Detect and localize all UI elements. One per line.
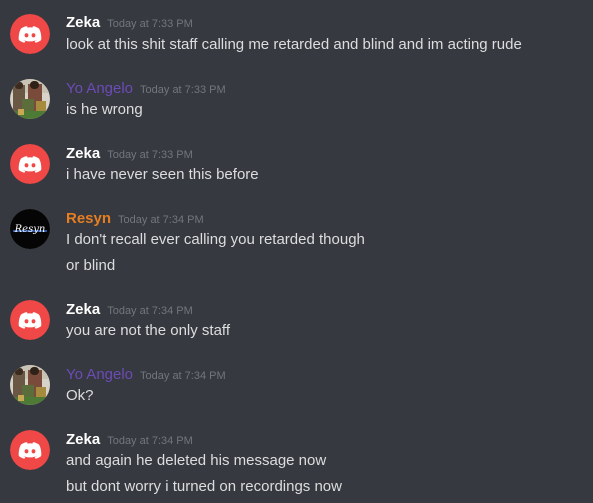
message-text: I don't recall ever calling you retarded… — [66, 231, 365, 248]
message-text: look at this shit staff calling me retar… — [66, 36, 522, 53]
timestamp: Today at 7:34 PM — [107, 305, 193, 317]
message-header: Zeka Today at 7:33 PM — [66, 13, 193, 33]
timestamp: Today at 7:34 PM — [140, 370, 226, 382]
username[interactable]: Zeka — [66, 431, 100, 448]
username[interactable]: Zeka — [66, 145, 100, 162]
message-text: but dont worry i turned on recordings no… — [66, 478, 342, 495]
message-text: you are not the only staff — [66, 322, 230, 339]
message-text: or blind — [66, 257, 116, 274]
avatar[interactable] — [10, 144, 50, 184]
message-text: and again he deleted his message now — [66, 452, 327, 469]
username[interactable]: Zeka — [66, 14, 100, 31]
timestamp: Today at 7:34 PM — [107, 435, 193, 447]
timestamp: Today at 7:33 PM — [107, 149, 193, 161]
timestamp: Today at 7:33 PM — [107, 18, 193, 30]
discord-logo-icon — [10, 14, 50, 54]
message-header: Zeka Today at 7:33 PM — [66, 144, 193, 164]
discord-logo-icon — [10, 430, 50, 470]
message-header: Resyn Today at 7:34 PM — [66, 209, 204, 229]
message-header: Zeka Today at 7:34 PM — [66, 300, 193, 320]
avatar[interactable]: Resyn — [10, 209, 50, 249]
discord-logo-icon — [10, 144, 50, 184]
message-header: Yo Angelo Today at 7:33 PM — [66, 79, 226, 99]
message-text: i have never seen this before — [66, 166, 259, 183]
avatar[interactable] — [10, 79, 50, 119]
message-header: Yo Angelo Today at 7:34 PM — [66, 365, 226, 385]
resyn-logo-text: Resyn — [14, 224, 46, 235]
message-header: Zeka Today at 7:34 PM — [66, 430, 193, 450]
user-photo-avatar — [10, 365, 50, 405]
username[interactable]: Yo Angelo — [66, 366, 133, 383]
timestamp: Today at 7:34 PM — [118, 214, 204, 226]
message-text: is he wrong — [66, 101, 143, 118]
user-photo-avatar — [10, 79, 50, 119]
avatar[interactable] — [10, 300, 50, 340]
avatar[interactable] — [10, 365, 50, 405]
username[interactable]: Zeka — [66, 301, 100, 318]
username[interactable]: Resyn — [66, 210, 111, 227]
discord-logo-icon — [10, 300, 50, 340]
resyn-logo-avatar: Resyn — [10, 209, 50, 249]
timestamp: Today at 7:33 PM — [140, 84, 226, 96]
avatar[interactable] — [10, 430, 50, 470]
message-text: Ok? — [66, 387, 94, 404]
avatar[interactable] — [10, 14, 50, 54]
username[interactable]: Yo Angelo — [66, 80, 133, 97]
